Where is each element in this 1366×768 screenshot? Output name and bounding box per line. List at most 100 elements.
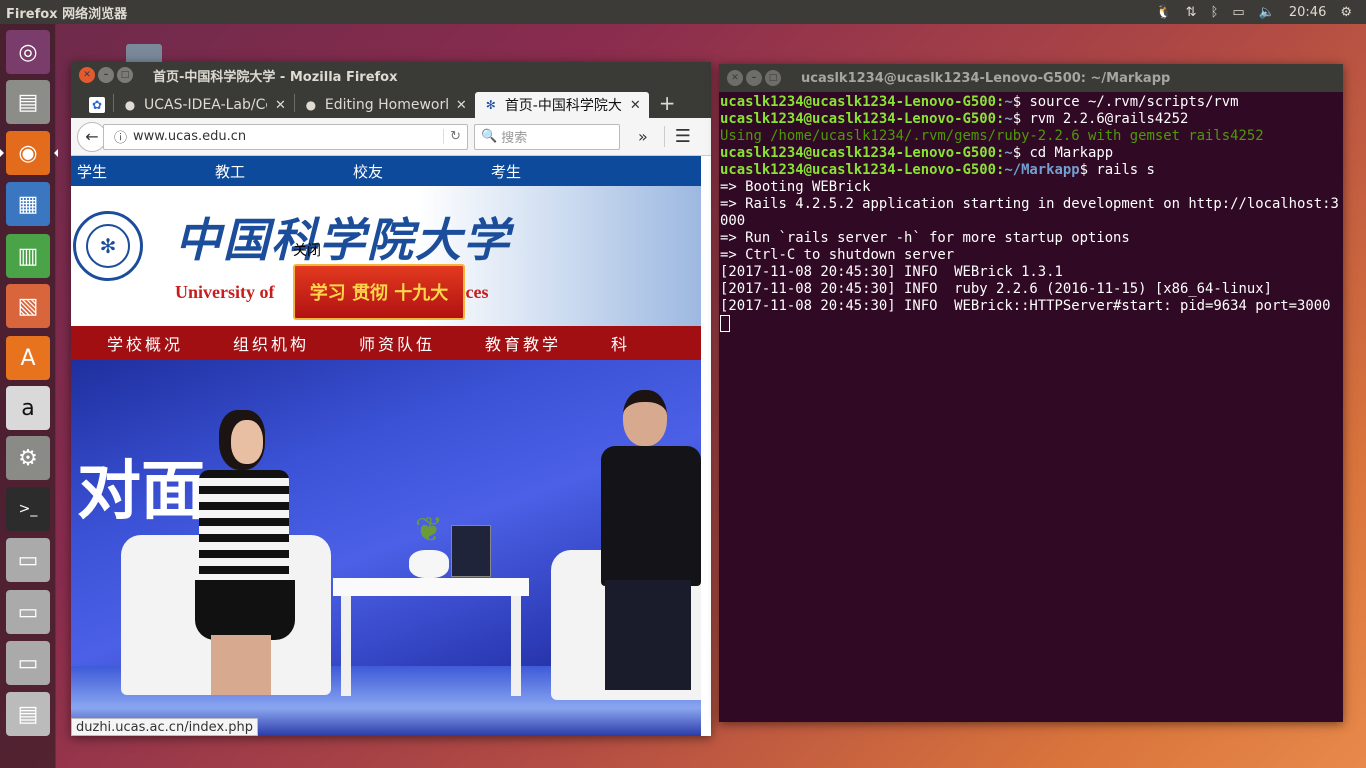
nav-organization[interactable]: 组织机构: [197, 331, 323, 355]
info-icon[interactable]: ⓘ: [114, 127, 127, 146]
indicator-area: 🐧 ⇅ ᛒ ▭ 🔈 20:46 ⚙: [1155, 5, 1366, 20]
minimize-icon[interactable]: –: [746, 70, 762, 86]
prompt-user: ucaslk1234@ucaslk1234-Lenovo-G500:: [720, 162, 1005, 178]
prompt-user: ucaslk1234@ucaslk1234-Lenovo-G500:: [720, 94, 1005, 110]
promo-banner[interactable]: 学习 贯彻 十九大: [293, 264, 465, 320]
drive-icon[interactable]: ▭: [6, 641, 50, 685]
terminal-line: [2017-11-08 20:45:30] INFO ruby 2.2.6 (2…: [720, 281, 1272, 297]
maximize-icon[interactable]: □: [765, 70, 781, 86]
hero-image[interactable]: 对面 ❦: [71, 360, 701, 736]
terminal-line: => Run `rails server -h` for more startu…: [720, 230, 1130, 246]
url-text: www.ucas.edu.cn: [133, 129, 247, 144]
tab-github-ucas[interactable]: ● UCAS-IDEA-Lab/Co ✕: [114, 92, 294, 118]
software-center-icon[interactable]: A: [6, 336, 50, 380]
command-text: $ rails s: [1079, 162, 1155, 178]
nav-education[interactable]: 教育教学: [449, 331, 575, 355]
tab-pinned[interactable]: ✿: [87, 92, 113, 118]
minimize-icon[interactable]: –: [98, 67, 114, 83]
command-text: $ source ~/.rvm/scripts/rvm: [1012, 94, 1239, 110]
drive-icon[interactable]: ▭: [6, 590, 50, 634]
close-tab-icon[interactable]: ✕: [275, 98, 286, 113]
top-nav-alumni[interactable]: 校友: [347, 161, 485, 182]
main-nav: 学校概况 组织机构 师资队伍 教育教学 科: [71, 326, 701, 360]
drive-icon[interactable]: ▭: [6, 538, 50, 582]
terminal-output[interactable]: ucaslk1234@ucaslk1234-Lenovo-G500:~$ sou…: [719, 92, 1343, 334]
tab-title: Editing Homework: [324, 97, 448, 113]
firefox-window: ✕ – □ 首页-中国科学院大学 - Mozilla Firefox ✿ ● U…: [71, 62, 711, 736]
status-bar: duzhi.ucas.ac.cn/index.php: [71, 718, 259, 736]
url-bar[interactable]: ⓘ www.ucas.edu.cn ↻: [103, 123, 468, 150]
web-page: 学生 教工 校友 考生 ✻ 中国科学院大学 University ofScien…: [71, 156, 701, 736]
top-panel: Firefox 网络浏览器 🐧 ⇅ ᛒ ▭ 🔈 20:46 ⚙: [0, 0, 1366, 24]
writer-icon[interactable]: ▦: [6, 182, 50, 226]
terminal-line: [2017-11-08 20:45:30] INFO WEBrick 1.3.1: [720, 264, 1063, 280]
system-settings-icon[interactable]: ⚙: [6, 436, 50, 480]
search-placeholder: 搜索: [501, 131, 528, 146]
hamburger-menu-icon[interactable]: ☰: [663, 126, 695, 147]
close-tab-icon[interactable]: ✕: [630, 98, 641, 113]
clock[interactable]: 20:46: [1289, 5, 1326, 20]
calc-icon[interactable]: ▥: [6, 234, 50, 278]
terminal-line: ucaslk1234@ucaslk1234-Lenovo-G500:~$ sou…: [720, 94, 1342, 111]
plant-icon: ❦: [414, 510, 444, 550]
prompt-user: ucaslk1234@ucaslk1234-Lenovo-G500:: [720, 145, 1005, 161]
overflow-icon[interactable]: »: [632, 127, 654, 146]
network-icon[interactable]: ⇅: [1186, 5, 1197, 20]
logo-emblem-icon: ✻: [86, 224, 130, 268]
reload-icon[interactable]: ↻: [443, 129, 461, 144]
tab-ucas-home[interactable]: ✻ 首页-中国科学院大 ✕: [474, 92, 649, 118]
ucas-logo[interactable]: ✻: [73, 211, 143, 281]
terminal-line: => Rails 4.2.5.2 application starting in…: [720, 196, 1339, 229]
nav-about[interactable]: 学校概况: [71, 331, 197, 355]
page-scrollbar[interactable]: [701, 156, 711, 736]
terminal-title: ucaslk1234@ucaslk1234-Lenovo-G500: ~/Mar…: [801, 70, 1171, 86]
terminal-line: => Booting WEBrick: [720, 179, 871, 195]
top-nav-staff[interactable]: 教工: [209, 161, 347, 182]
tab-title: UCAS-IDEA-Lab/Co: [144, 97, 267, 113]
impress-icon[interactable]: ▧: [6, 284, 50, 328]
nav-research[interactable]: 科: [575, 331, 701, 355]
site-name-cn: 中国科学院大学: [175, 213, 511, 267]
close-tab-icon[interactable]: ✕: [456, 98, 467, 113]
search-input[interactable]: 🔍 搜索: [474, 123, 620, 150]
close-link[interactable]: 关闭: [293, 240, 321, 260]
tux-icon[interactable]: 🐧: [1155, 5, 1171, 20]
tab-title: 首页-中国科学院大: [504, 98, 622, 114]
top-nav-students[interactable]: 学生: [71, 161, 209, 182]
prompt-user: ucaslk1234@ucaslk1234-Lenovo-G500:: [720, 111, 1005, 127]
nav-faculty[interactable]: 师资队伍: [323, 331, 449, 355]
firefox-icon[interactable]: ◉: [0, 131, 58, 175]
terminal-icon[interactable]: >_: [6, 487, 50, 531]
table-leg: [511, 596, 521, 696]
top-nav-applicants[interactable]: 考生: [485, 161, 623, 182]
terminal-line: Using /home/ucaslk1234/.rvm/gems/ruby-2.…: [720, 128, 1264, 144]
maximize-icon[interactable]: □: [117, 67, 133, 83]
close-icon[interactable]: ✕: [727, 70, 743, 86]
battery-icon[interactable]: ▭: [1232, 5, 1244, 20]
books: [451, 525, 491, 577]
terminal-line: ucaslk1234@ucaslk1234-Lenovo-G500:~$ rvm…: [720, 111, 1342, 128]
site-name-en-left: University of: [175, 282, 275, 302]
terminal-window: ✕ – □ ucaslk1234@ucaslk1234-Lenovo-G500:…: [719, 64, 1343, 722]
amazon-icon[interactable]: a: [6, 386, 50, 430]
guest-figure: [591, 390, 701, 700]
command-text: $ rvm 2.2.6@rails4252: [1012, 111, 1189, 127]
tab-editing-homework[interactable]: ● Editing Homework ✕: [295, 92, 475, 118]
close-icon[interactable]: ✕: [79, 67, 95, 83]
firefox-titlebar[interactable]: ✕ – □ 首页-中国科学院大学 - Mozilla Firefox: [71, 62, 711, 88]
trash-icon[interactable]: ▤: [6, 692, 50, 736]
new-tab-icon[interactable]: +: [649, 91, 686, 115]
bluetooth-icon[interactable]: ᛒ: [1211, 5, 1219, 20]
prompt-path: ~: [1004, 94, 1013, 110]
ucas-icon: ✻: [485, 98, 496, 112]
nav-toolbar: ← ⓘ www.ucas.edu.cn ↻ 🔍 搜索 » ☰: [71, 118, 711, 156]
table-leg: [341, 596, 351, 696]
site-banner: ✻ 中国科学院大学 University ofSciences 关闭 学习 贯彻…: [71, 186, 701, 326]
active-app-title[interactable]: Firefox 网络浏览器: [0, 3, 127, 22]
terminal-titlebar[interactable]: ✕ – □ ucaslk1234@ucaslk1234-Lenovo-G500:…: [719, 64, 1343, 92]
files-icon[interactable]: ▤: [6, 80, 50, 124]
volume-icon[interactable]: 🔈: [1259, 5, 1275, 20]
settings-icon[interactable]: ⚙: [1340, 5, 1352, 20]
dash-icon[interactable]: ◎: [6, 30, 50, 74]
terminal-cursor-line: [720, 315, 1342, 332]
